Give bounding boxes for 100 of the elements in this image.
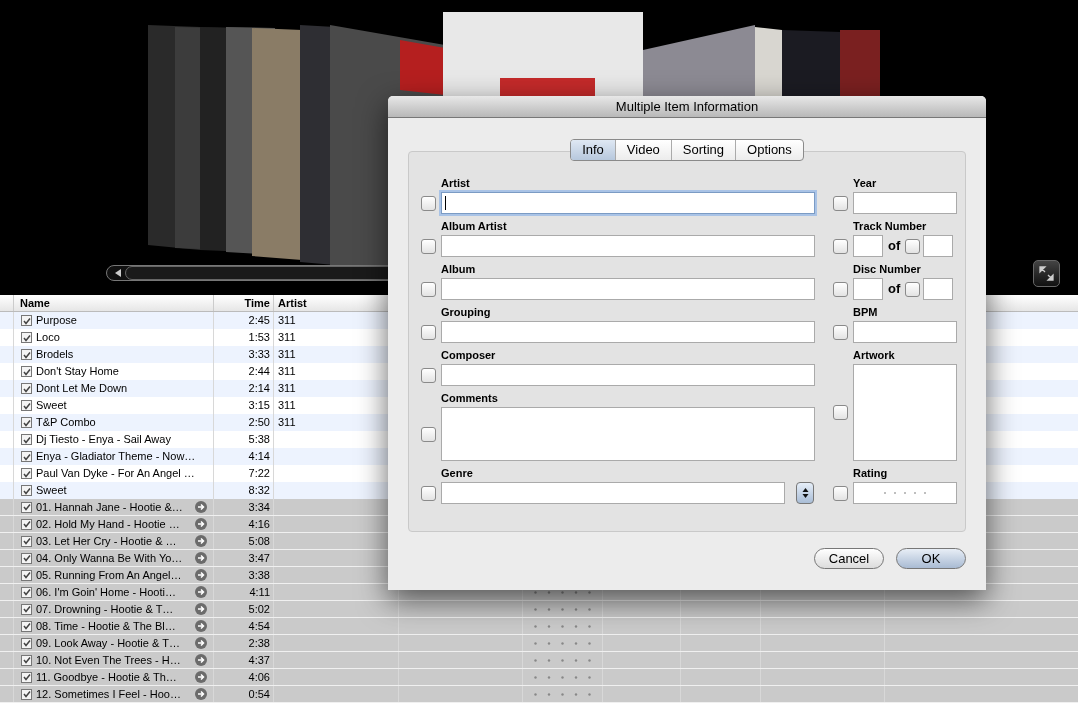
checkbox[interactable]	[833, 485, 848, 501]
arrow-icon[interactable]	[195, 535, 207, 547]
table-cell-text: 01. Hannah Jane - Hootie &…	[36, 499, 183, 515]
track-checkbox[interactable]	[21, 349, 32, 360]
track-checkbox[interactable]	[21, 417, 32, 428]
track-checkbox[interactable]	[21, 671, 32, 683]
arrow-icon[interactable]	[195, 518, 207, 530]
track-checkbox[interactable]	[21, 637, 32, 649]
table-cell-text: 311	[278, 364, 296, 380]
checkbox[interactable]	[905, 238, 921, 254]
column-header[interactable]: Time	[244, 294, 270, 312]
table-row[interactable]: 07. Drowning - Hootie & T… 5:02	[0, 601, 1078, 618]
arrow-icon[interactable]	[195, 586, 207, 598]
table-cell-text: 4:14	[248, 449, 270, 465]
tab[interactable]: Sorting	[670, 140, 736, 160]
table-cell-text: 03. Let Her Cry - Hootie & …	[36, 533, 177, 549]
table-cell-text: 04. Only Wanna Be With Yo…	[36, 550, 183, 566]
checkbox[interactable]	[905, 281, 921, 297]
track-checkbox[interactable]	[21, 603, 32, 615]
checkbox[interactable]	[833, 195, 848, 211]
tab[interactable]: Options	[735, 140, 803, 160]
genre-field[interactable]	[441, 482, 785, 504]
rating-field[interactable]	[853, 482, 957, 504]
text-cursor	[445, 196, 446, 210]
arrow-icon[interactable]	[195, 501, 207, 513]
arrow-icon[interactable]	[195, 552, 207, 564]
track-checkbox[interactable]	[21, 366, 32, 377]
track-checkbox[interactable]	[21, 518, 32, 530]
arrow-icon[interactable]	[195, 620, 207, 632]
text-field[interactable]	[441, 278, 815, 300]
track-checkbox[interactable]	[21, 535, 32, 547]
text-field[interactable]	[853, 278, 883, 300]
checkbox[interactable]	[421, 238, 436, 254]
tab[interactable]: Video	[614, 140, 671, 160]
text-field[interactable]	[441, 235, 815, 257]
track-checkbox[interactable]	[21, 468, 32, 479]
arrow-icon[interactable]	[195, 688, 207, 700]
track-checkbox[interactable]	[21, 501, 32, 513]
checkbox[interactable]	[421, 426, 436, 442]
table-cell-text: 4:37	[248, 652, 270, 668]
text-field[interactable]	[853, 235, 883, 257]
table-row[interactable]: 10. Not Even The Trees - H… 4:37	[0, 652, 1078, 669]
table-cell-text: 4:16	[248, 516, 270, 532]
dialog-button[interactable]: Cancel	[814, 548, 884, 569]
table-cell-text: 1:53	[248, 330, 270, 346]
table-row[interactable]: 11. Goodbye - Hootie & Th… 4:06	[0, 669, 1078, 686]
column-header[interactable]: Artist	[278, 294, 307, 312]
track-checkbox[interactable]	[21, 434, 32, 445]
track-checkbox[interactable]	[21, 586, 32, 598]
checkbox[interactable]	[833, 238, 848, 254]
table-cell-text: 02. Hold My Hand - Hootie …	[36, 516, 180, 532]
track-checkbox[interactable]	[21, 569, 32, 581]
track-checkbox[interactable]	[21, 620, 32, 632]
track-checkbox[interactable]	[21, 485, 32, 496]
checkbox[interactable]	[833, 405, 848, 420]
track-checkbox[interactable]	[21, 383, 32, 394]
comments-field[interactable]	[441, 407, 815, 461]
arrow-icon[interactable]	[195, 603, 207, 615]
checkbox[interactable]	[421, 281, 436, 297]
text-field[interactable]	[853, 192, 957, 214]
arrow-icon[interactable]	[195, 671, 207, 683]
text-field[interactable]	[441, 364, 815, 386]
checkbox[interactable]	[833, 281, 848, 297]
table-cell-text: Purpose	[36, 313, 77, 329]
table-cell-text: 3:38	[248, 567, 270, 583]
table-cell-text: 5:38	[248, 432, 270, 448]
track-checkbox[interactable]	[21, 688, 32, 700]
text-field[interactable]	[923, 278, 954, 300]
table-cell-text: 311	[278, 330, 296, 346]
table-row[interactable]: 12. Sometimes I Feel - Hoo… 0:54	[0, 686, 1078, 703]
fullscreen-button[interactable]	[1033, 260, 1060, 287]
track-checkbox[interactable]	[21, 654, 32, 666]
text-field[interactable]	[923, 235, 954, 257]
track-checkbox[interactable]	[21, 315, 32, 326]
dialog-button[interactable]: OK	[896, 548, 966, 569]
text-field[interactable]	[853, 321, 957, 343]
checkbox[interactable]	[833, 324, 848, 340]
checkbox[interactable]	[421, 485, 436, 501]
checkbox[interactable]	[421, 367, 436, 383]
track-checkbox[interactable]	[21, 332, 32, 343]
table-row[interactable]: 09. Look Away - Hootie & T… 2:38	[0, 635, 1078, 652]
column-header[interactable]: Name	[20, 294, 50, 312]
checkbox[interactable]	[421, 324, 436, 340]
window-title: Multiple Item Information	[615, 97, 759, 116]
arrow-icon[interactable]	[195, 569, 207, 581]
text-field[interactable]	[441, 192, 815, 214]
checkbox[interactable]	[421, 195, 436, 211]
text-field[interactable]	[441, 321, 815, 343]
track-checkbox[interactable]	[21, 552, 32, 564]
genre-stepper[interactable]	[796, 482, 814, 504]
arrow-icon[interactable]	[195, 637, 207, 649]
field-label: BPM	[853, 305, 879, 320]
table-cell-text: 2:44	[248, 364, 270, 380]
rating-dots-icon	[533, 590, 592, 594]
table-cell-text: 2:38	[248, 635, 270, 651]
track-checkbox[interactable]	[21, 451, 32, 462]
arrow-icon[interactable]	[195, 654, 207, 666]
tab[interactable]: Info	[571, 140, 615, 160]
track-checkbox[interactable]	[21, 400, 32, 411]
table-row[interactable]: 08. Time - Hootie & The Bl… 4:54	[0, 618, 1078, 635]
